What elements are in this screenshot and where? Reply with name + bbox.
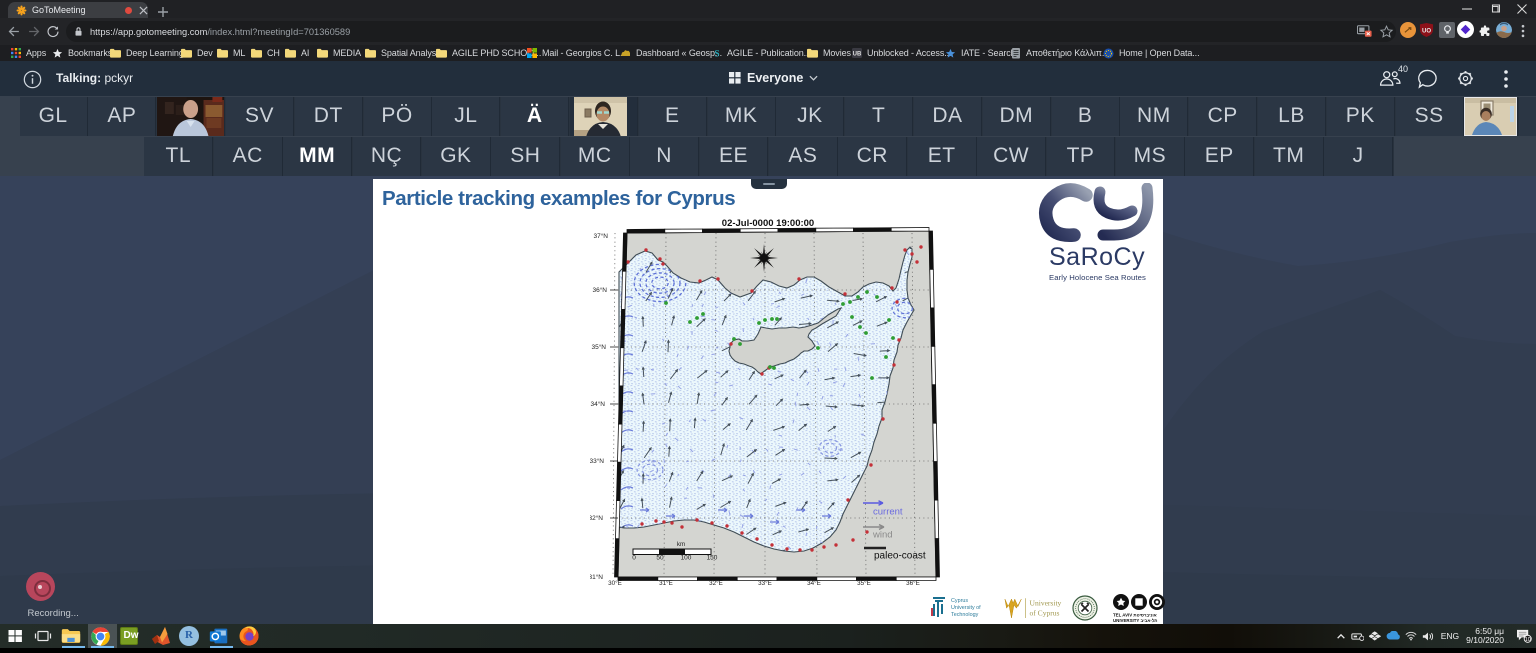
svg-text:Technology: Technology [951, 612, 979, 618]
svg-text:of Cyprus: of Cyprus [1030, 609, 1060, 618]
svg-text:35°N: 35°N [591, 343, 606, 351]
svg-text:31°E: 31°E [659, 579, 673, 587]
svg-text:km: km [677, 541, 685, 548]
svg-text:35°E: 35°E [857, 579, 871, 587]
svg-text:Early Holocene Sea Routes: Early Holocene Sea Routes [1049, 273, 1146, 282]
svg-text:University of: University of [951, 605, 981, 611]
svg-text:150: 150 [707, 555, 718, 562]
svg-text:Cyprus: Cyprus [951, 598, 968, 604]
svg-text:TEL AVIV אוניברסיטת: TEL AVIV אוניברסיטת [1113, 613, 1157, 618]
svg-text:current: current [873, 507, 903, 518]
svg-text:34°N: 34°N [590, 400, 605, 408]
svg-text:wind: wind [872, 530, 893, 541]
svg-text:36°E: 36°E [906, 579, 920, 587]
svg-text:50: 50 [656, 555, 664, 562]
svg-text:37°N: 37°N [593, 232, 608, 240]
svg-text:32°N: 32°N [590, 514, 603, 522]
svg-text:University: University [1030, 599, 1062, 608]
svg-text:paleo-coast: paleo-coast [874, 551, 926, 562]
svg-text:100: 100 [681, 555, 692, 562]
svg-text:0: 0 [632, 555, 636, 562]
svg-text:S: S [714, 49, 719, 59]
svg-text:33°N: 33°N [590, 457, 604, 465]
svg-text:UNIVERSITY תל-אביב: UNIVERSITY תל-אביב [1113, 618, 1157, 623]
svg-text:SaRoCy: SaRoCy [1049, 243, 1145, 271]
svg-text:10: 10 [1525, 637, 1531, 643]
svg-text:36°N: 36°N [592, 286, 607, 294]
svg-text:UB: UB [853, 52, 862, 58]
svg-text:33°E: 33°E [758, 579, 772, 587]
svg-text:UO: UO [1422, 27, 1431, 34]
svg-text:31°N: 31°N [590, 573, 603, 581]
svg-text:32°E: 32°E [709, 579, 723, 587]
svg-text:30°E: 30°E [608, 579, 622, 587]
svg-text:34°E: 34°E [807, 579, 821, 587]
